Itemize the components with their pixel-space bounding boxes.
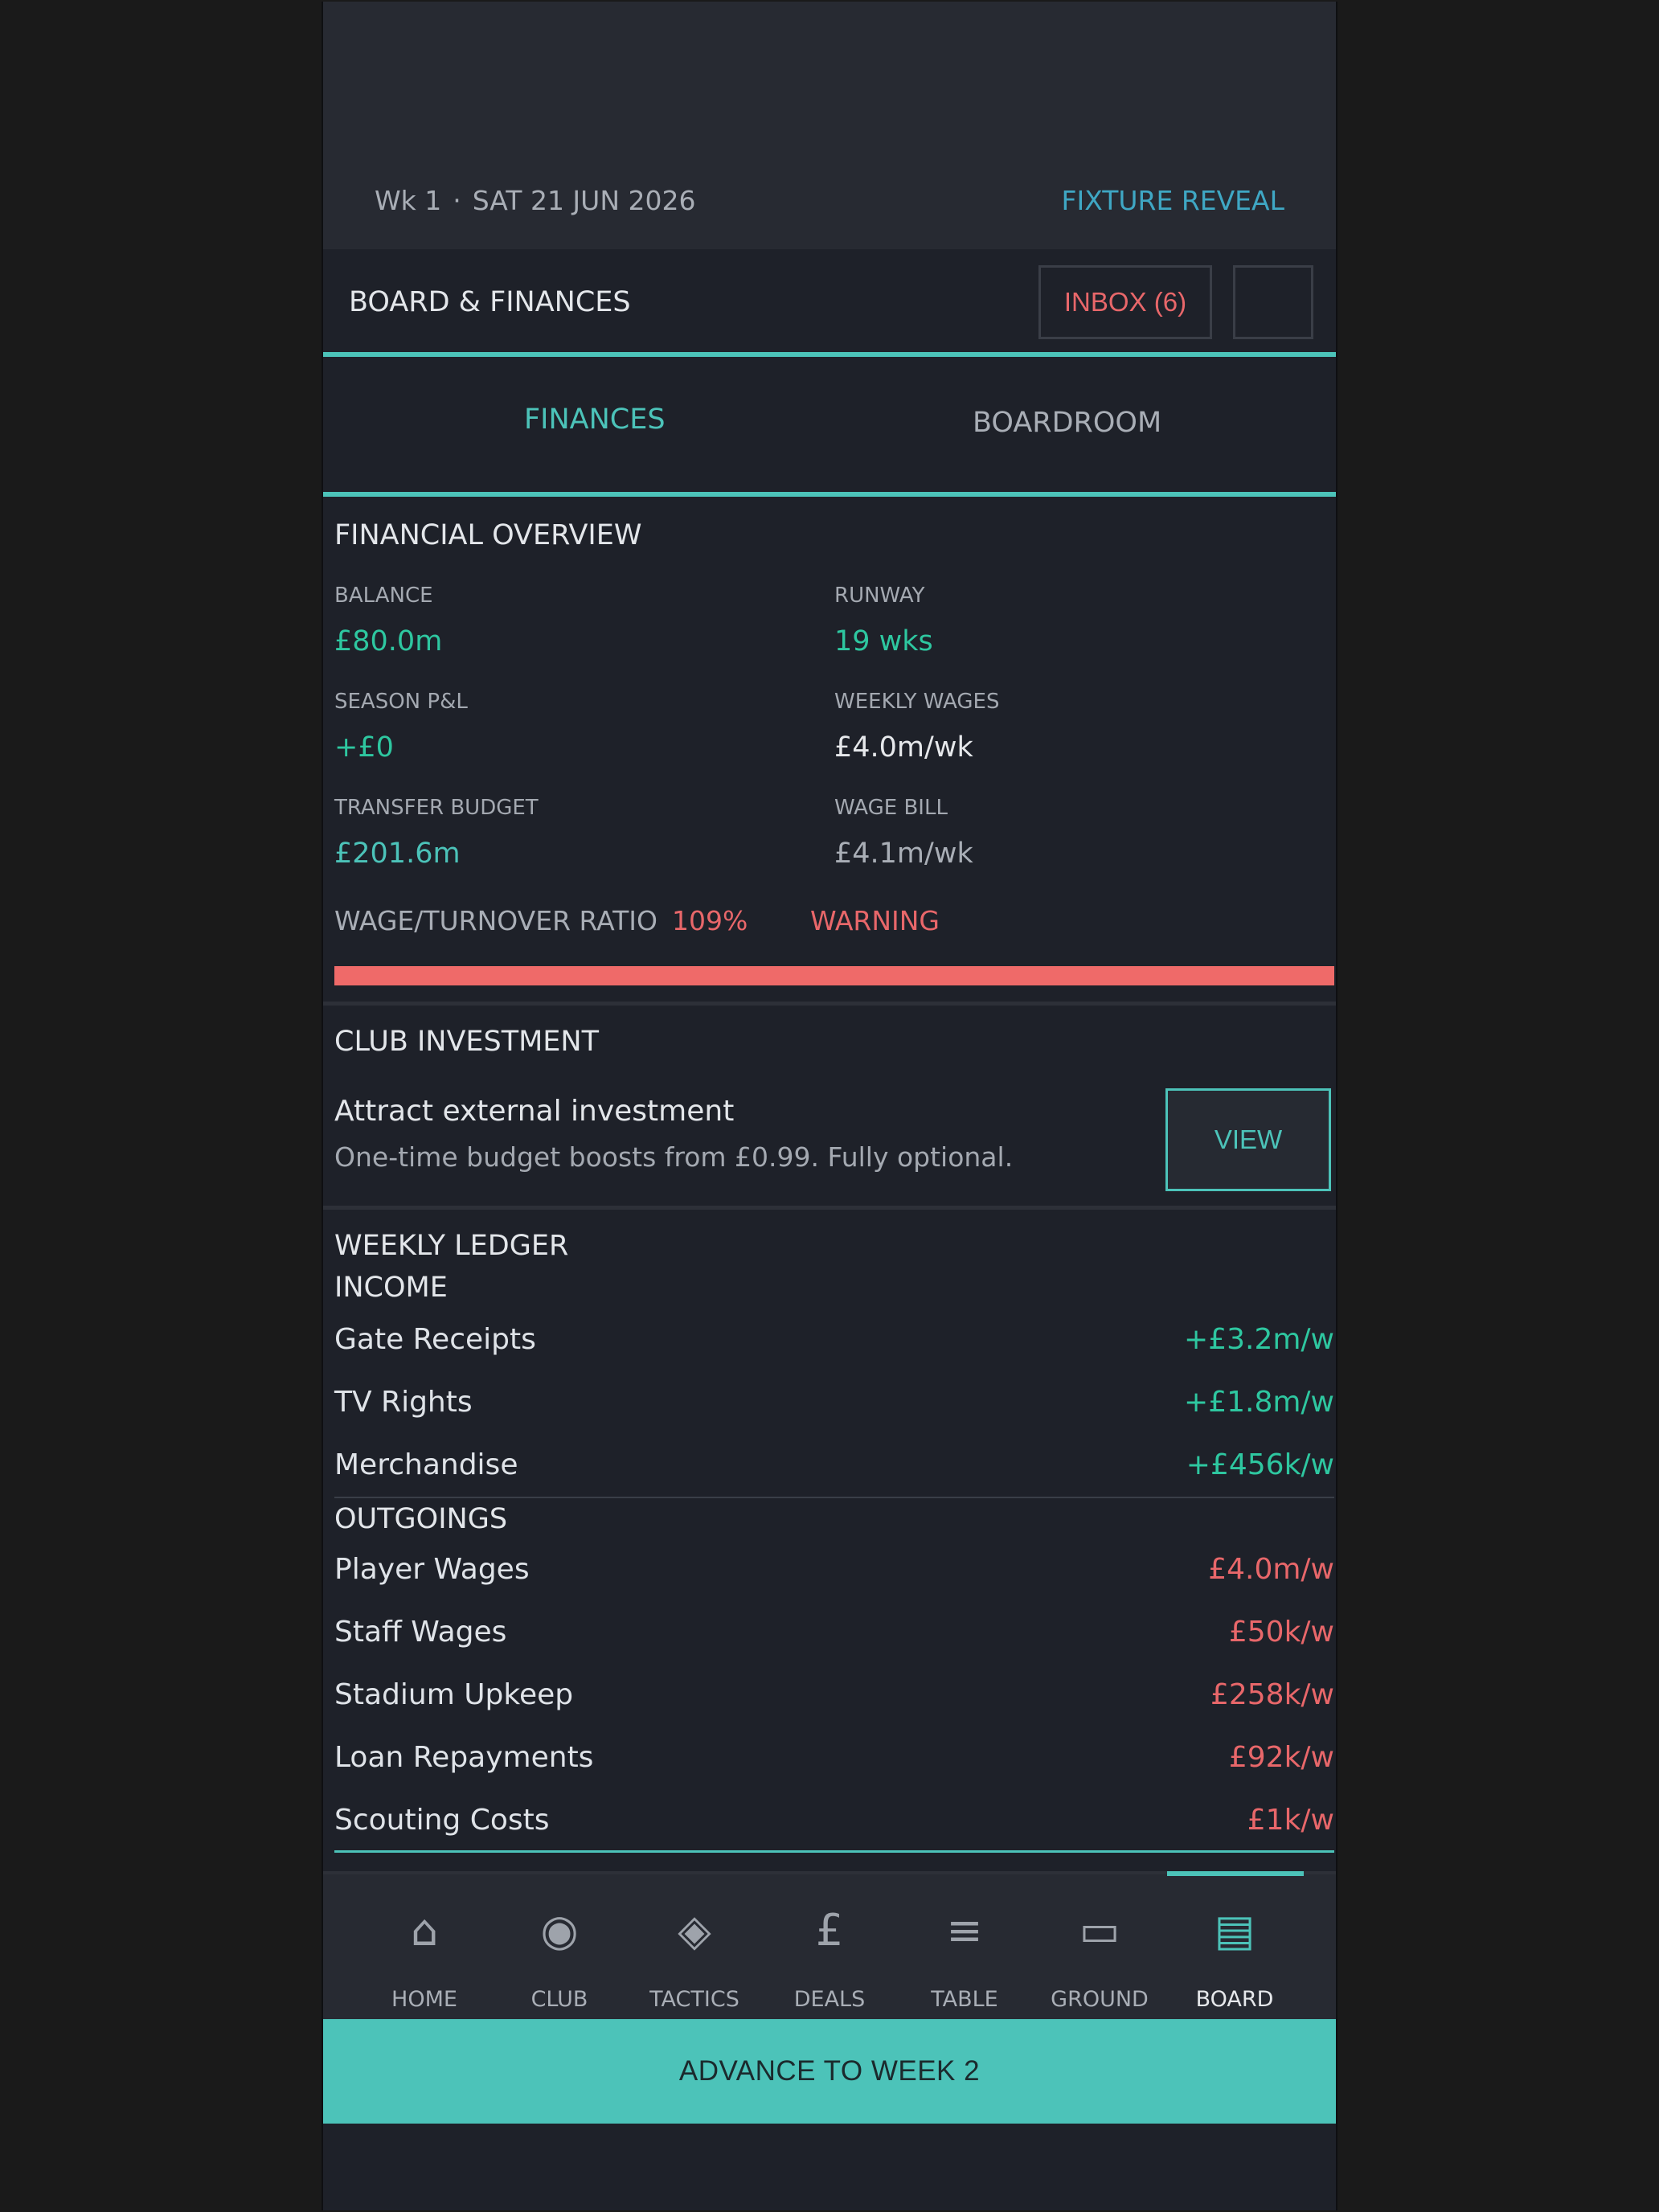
season-pl-label: SEASON P&L <box>334 690 468 714</box>
status-bar: Wk 1 · SAT 21 JUN 2026 FIXTURE REVEAL <box>323 2 1336 249</box>
nav-club[interactable]: ◉ CLUB <box>492 1874 627 2022</box>
ledger-row-player-wages: Player Wages £4.0m/w <box>334 1553 1334 1601</box>
nav-label: BOARD <box>1195 1987 1274 2012</box>
balance-label: BALANCE <box>334 584 433 608</box>
wage-bill-value: £4.1m/wk <box>834 838 973 870</box>
ledger-item-amount: +£1.8m/w <box>1184 1386 1334 1419</box>
ledger-item-amount: £1k/w <box>1247 1804 1334 1837</box>
ledger-item-amount: +£456k/w <box>1186 1448 1334 1481</box>
runway-value: 19 wks <box>834 625 933 657</box>
weekly-wages-value: £4.0m/wk <box>834 731 973 764</box>
income-title: INCOME <box>334 1272 448 1304</box>
transfer-budget-label: TRANSFER BUDGET <box>334 796 539 820</box>
club-investment-title: CLUB INVESTMENT <box>334 1026 599 1058</box>
header-divider <box>323 352 1336 357</box>
view-investment-button[interactable]: VIEW <box>1165 1088 1331 1191</box>
inbox-button[interactable]: INBOX (6) <box>1038 265 1212 339</box>
ledger-item-name: TV Rights <box>334 1386 473 1419</box>
table-icon: ≡ <box>946 1904 983 1956</box>
deals-icon: £ <box>815 1904 844 1956</box>
home-icon: ⌂ <box>410 1904 439 1956</box>
ledger-item-name: Loan Repayments <box>334 1741 594 1774</box>
wage-ratio-label: WAGE/TURNOVER RATIO <box>334 905 657 936</box>
ledger-row-staff-wages: Staff Wages £50k/w <box>334 1616 1334 1664</box>
runway-label: RUNWAY <box>834 584 925 608</box>
page-header: BOARD & FINANCES INBOX (6) <box>323 249 1336 354</box>
wage-ratio-value: 109% <box>672 905 748 936</box>
tab-boardroom[interactable]: BOARDROOM <box>973 407 1161 439</box>
nav-home[interactable]: ⌂ HOME <box>357 1874 492 2022</box>
ledger-row-gate-receipts: Gate Receipts +£3.2m/w <box>334 1323 1334 1371</box>
investment-headline: Attract external investment <box>334 1095 735 1128</box>
transfer-budget-value: £201.6m <box>334 838 461 870</box>
ledger-item-name: Gate Receipts <box>334 1323 536 1356</box>
ledger-row-scouting-costs: Scouting Costs £1k/w <box>334 1804 1334 1852</box>
nav-tactics[interactable]: ◈ TACTICS <box>627 1874 762 2022</box>
fixture-reveal-link[interactable]: FIXTURE REVEAL <box>1062 185 1285 216</box>
nav-label: DEALS <box>793 1987 866 2012</box>
board-icon: ▤ <box>1214 1904 1256 1956</box>
season-pl-value: +£0 <box>334 731 394 764</box>
wage-ratio-bar <box>334 966 1334 985</box>
nav-label: TABLE <box>931 1987 998 2012</box>
nav-table[interactable]: ≡ TABLE <box>897 1874 1032 2022</box>
bottom-safe-area <box>323 2124 1336 2210</box>
weekly-ledger-title: WEEKLY LEDGER <box>334 1230 569 1262</box>
page-title: BOARD & FINANCES <box>349 286 631 318</box>
financial-overview-title: FINANCIAL OVERVIEW <box>334 519 642 551</box>
menu-button[interactable] <box>1233 265 1313 339</box>
week-label: Wk 1 <box>375 185 442 216</box>
date-separator: · <box>453 185 461 216</box>
section-divider <box>323 1206 1336 1210</box>
date-label: SAT 21 JUN 2026 <box>472 185 696 216</box>
current-date: Wk 1 · SAT 21 JUN 2026 <box>375 185 695 216</box>
ledger-item-amount: £4.0m/w <box>1208 1553 1334 1586</box>
nav-board[interactable]: ▤ BOARD <box>1167 1874 1302 2022</box>
ledger-end-rule <box>334 1850 1334 1853</box>
nav-ground[interactable]: ▭ GROUND <box>1032 1874 1167 2022</box>
bottom-nav: ⌂ HOME ◉ CLUB ◈ TACTICS £ DEALS ≡ TABLE … <box>323 1871 1336 2019</box>
wage-ratio-status: WARNING <box>810 905 940 936</box>
ledger-divider <box>334 1497 1334 1498</box>
ledger-item-name: Merchandise <box>334 1448 518 1481</box>
ledger-item-amount: £50k/w <box>1228 1616 1334 1649</box>
ledger-row-merchandise: Merchandise +£456k/w <box>334 1448 1334 1497</box>
ledger-item-amount: £258k/w <box>1210 1678 1334 1711</box>
tab-bar: FINANCES BOARDROOM <box>323 358 1336 492</box>
tactics-icon: ◈ <box>678 1904 711 1956</box>
app-screen: Wk 1 · SAT 21 JUN 2026 FIXTURE REVEAL BOAR… <box>322 2 1337 2210</box>
wage-ratio-bar-fill <box>334 966 1334 985</box>
outgoings-title: OUTGOINGS <box>334 1503 508 1535</box>
ledger-item-name: Player Wages <box>334 1553 530 1586</box>
ledger-item-amount: £92k/w <box>1228 1741 1334 1774</box>
ledger-row-loan-repayments: Loan Repayments £92k/w <box>334 1741 1334 1789</box>
ledger-item-amount: +£3.2m/w <box>1184 1323 1334 1356</box>
nav-deals[interactable]: £ DEALS <box>762 1874 897 2022</box>
wage-bill-label: WAGE BILL <box>834 796 948 820</box>
nav-label: TACTICS <box>649 1987 739 2012</box>
club-icon: ◉ <box>540 1904 579 1956</box>
balance-value: £80.0m <box>334 625 443 657</box>
nav-label: CLUB <box>530 1987 588 2012</box>
investment-subtitle: One-time budget boosts from £0.99. Fully… <box>334 1141 1014 1173</box>
ledger-row-tv-rights: TV Rights +£1.8m/w <box>334 1386 1334 1434</box>
tab-finances[interactable]: FINANCES <box>524 403 666 436</box>
ledger-row-stadium-upkeep: Stadium Upkeep £258k/w <box>334 1678 1334 1727</box>
tab-underline <box>323 492 1336 497</box>
section-divider <box>323 1002 1336 1006</box>
advance-week-button[interactable]: ADVANCE TO WEEK 2 <box>323 2019 1336 2124</box>
ground-icon: ▭ <box>1079 1904 1120 1956</box>
ledger-item-name: Scouting Costs <box>334 1804 550 1837</box>
ledger-item-name: Stadium Upkeep <box>334 1678 574 1711</box>
nav-label: HOME <box>391 1987 457 2012</box>
nav-label: GROUND <box>1051 1987 1149 2012</box>
weekly-wages-label: WEEKLY WAGES <box>834 690 1000 714</box>
ledger-item-name: Staff Wages <box>334 1616 507 1649</box>
